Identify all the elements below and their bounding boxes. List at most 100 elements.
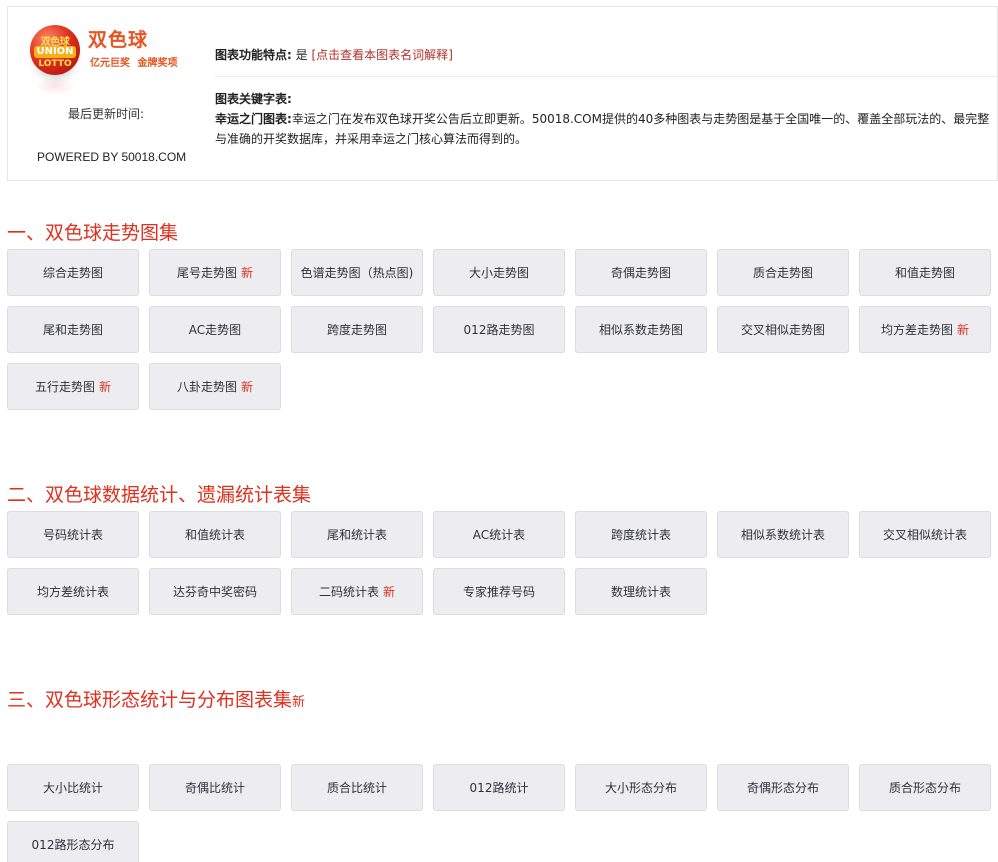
button-label: 均方差走势图 bbox=[880, 323, 953, 337]
button-label: 数理统计表 bbox=[610, 585, 671, 599]
button-label: 012路走势图 bbox=[463, 323, 535, 337]
button-label: 相似系数统计表 bbox=[740, 528, 825, 542]
chart-link-button[interactable]: 专家推荐号码 bbox=[433, 568, 565, 615]
chart-link-button[interactable]: 012路形态分布 bbox=[7, 821, 139, 862]
chart-link-button[interactable]: 均方差统计表 bbox=[7, 568, 139, 615]
logo-text-bot: LOTTO bbox=[38, 59, 72, 69]
new-badge: 新 bbox=[383, 585, 396, 599]
features-label: 图表功能特点: bbox=[215, 48, 292, 62]
button-label: 大小形态分布 bbox=[604, 781, 677, 795]
button-label: 奇偶走势图 bbox=[610, 266, 671, 280]
button-label: 交叉相似统计表 bbox=[882, 528, 967, 542]
button-label: 均方差统计表 bbox=[36, 585, 109, 599]
section-title-shape-stats: 三、双色球形态统计与分布图表集新 bbox=[7, 685, 305, 712]
new-badge: 新 bbox=[99, 380, 112, 394]
button-label: 012路统计 bbox=[469, 781, 529, 795]
header-panel: 双色球 UNION LOTTO 双色球 亿元巨奖 金牌奖项 最后更新时间: PO… bbox=[7, 6, 998, 181]
button-label: 和值统计表 bbox=[184, 528, 245, 542]
last-updated-label: 最后更新时间: bbox=[68, 107, 145, 121]
button-label: 综合走势图 bbox=[42, 266, 103, 280]
new-badge: 新 bbox=[957, 323, 970, 337]
brand-name: 双色球 bbox=[88, 29, 149, 51]
chart-link-button[interactable]: 相似系数统计表 bbox=[717, 511, 849, 558]
chart-link-button[interactable]: 交叉相似走势图 bbox=[717, 306, 849, 353]
keywords-lead: 幸运之门图表: bbox=[215, 112, 292, 126]
logo-reflection bbox=[34, 77, 76, 95]
chart-link-button[interactable]: 尾和走势图 bbox=[7, 306, 139, 353]
chart-link-button[interactable]: 奇偶形态分布 bbox=[717, 764, 849, 811]
chart-link-button[interactable]: 达芬奇中奖密码 bbox=[149, 568, 281, 615]
button-label: 尾号走势图 bbox=[176, 266, 237, 280]
chart-link-button[interactable]: 二码统计表新 bbox=[291, 568, 423, 615]
button-label: 大小走势图 bbox=[468, 266, 529, 280]
button-label: 相似系数走势图 bbox=[598, 323, 683, 337]
chart-link-button[interactable]: 均方差走势图新 bbox=[859, 306, 991, 353]
chart-link-button[interactable]: 质合形态分布 bbox=[859, 764, 991, 811]
button-label: 跨度走势图 bbox=[326, 323, 387, 337]
button-label: 跨度统计表 bbox=[610, 528, 671, 542]
chart-link-button[interactable]: 跨度统计表 bbox=[575, 511, 707, 558]
chart-link-button[interactable]: 012路统计 bbox=[433, 764, 565, 811]
chart-link-button[interactable]: 012路走势图 bbox=[433, 306, 565, 353]
button-label: 色谱走势图（热点图) bbox=[300, 266, 414, 280]
chart-link-button[interactable]: AC走势图 bbox=[149, 306, 281, 353]
button-label: 达芬奇中奖密码 bbox=[172, 585, 257, 599]
button-label: 大小比统计 bbox=[42, 781, 103, 795]
keywords-title: 图表关键字表: bbox=[215, 92, 292, 106]
lottery-ball-logo[interactable]: 双色球 UNION LOTTO bbox=[30, 25, 80, 75]
button-label: 奇偶比统计 bbox=[184, 781, 245, 795]
chart-link-button[interactable]: 尾和统计表 bbox=[291, 511, 423, 558]
chart-link-button[interactable]: 大小形态分布 bbox=[575, 764, 707, 811]
chart-link-button[interactable]: 五行走势图新 bbox=[7, 363, 139, 410]
new-badge: 新 bbox=[241, 380, 254, 394]
link-bracket-close: ] bbox=[448, 48, 453, 62]
chart-link-button[interactable]: 奇偶比统计 bbox=[149, 764, 281, 811]
button-label: 号码统计表 bbox=[42, 528, 103, 542]
chart-link-button[interactable]: 色谱走势图（热点图) bbox=[291, 249, 423, 296]
button-label: 专家推荐号码 bbox=[462, 585, 535, 599]
section-title-text: 三、双色球形态统计与分布图表集 bbox=[7, 689, 293, 711]
section-title-stat-tables: 二、双色球数据统计、遗漏统计表集 bbox=[7, 484, 312, 506]
button-label: 012路形态分布 bbox=[31, 838, 115, 852]
button-label: 交叉相似走势图 bbox=[740, 323, 825, 337]
chart-link-button[interactable]: 奇偶走势图 bbox=[575, 249, 707, 296]
keywords-text: 幸运之门在发布双色球开奖公告后立即更新。50018.COM提供的40多种图表与走… bbox=[215, 112, 990, 146]
chart-link-button[interactable]: 综合走势图 bbox=[7, 249, 139, 296]
chart-link-button[interactable]: 和值统计表 bbox=[149, 511, 281, 558]
chart-link-button[interactable]: 质合走势图 bbox=[717, 249, 849, 296]
chart-link-button[interactable]: 跨度走势图 bbox=[291, 306, 423, 353]
chart-link-button[interactable]: 号码统计表 bbox=[7, 511, 139, 558]
brand-slogan: 亿元巨奖 金牌奖项 bbox=[90, 58, 178, 69]
info-block: 图表功能特点: 是 [点击查看本图表名词解释] 图表关键字表: 幸运之门图表:幸… bbox=[215, 7, 998, 182]
features-value: 是 bbox=[295, 48, 308, 62]
info-divider bbox=[215, 76, 998, 77]
button-label: 尾和统计表 bbox=[326, 528, 387, 542]
powered-by-text: POWERED BY 50018.COM bbox=[37, 150, 187, 164]
new-badge: 新 bbox=[292, 695, 306, 710]
button-label: 和值走势图 bbox=[894, 266, 955, 280]
logo-text-mid: UNION bbox=[34, 46, 76, 58]
chart-link-button[interactable]: 数理统计表 bbox=[575, 568, 707, 615]
chart-link-button[interactable]: 尾号走势图新 bbox=[149, 249, 281, 296]
button-label: AC统计表 bbox=[472, 528, 526, 542]
button-label: 八卦走势图 bbox=[176, 380, 237, 394]
button-label: AC走势图 bbox=[188, 323, 242, 337]
brand-block: 双色球 UNION LOTTO 双色球 亿元巨奖 金牌奖项 最后更新时间: PO… bbox=[8, 7, 208, 182]
button-label: 质合走势图 bbox=[752, 266, 813, 280]
glossary-link[interactable]: 点击查看本图表名词解释 bbox=[316, 48, 448, 62]
chart-link-button[interactable]: 质合比统计 bbox=[291, 764, 423, 811]
chart-link-button[interactable]: 大小走势图 bbox=[433, 249, 565, 296]
chart-link-button[interactable]: 八卦走势图新 bbox=[149, 363, 281, 410]
button-label: 二码统计表 bbox=[318, 585, 379, 599]
button-label: 质合形态分布 bbox=[888, 781, 961, 795]
button-label: 尾和走势图 bbox=[42, 323, 103, 337]
new-badge: 新 bbox=[241, 266, 254, 280]
button-label: 质合比统计 bbox=[326, 781, 387, 795]
chart-link-button[interactable]: 和值走势图 bbox=[859, 249, 991, 296]
chart-link-button[interactable]: 相似系数走势图 bbox=[575, 306, 707, 353]
section-title-trend-charts: 一、双色球走势图集 bbox=[7, 222, 179, 244]
chart-link-button[interactable]: AC统计表 bbox=[433, 511, 565, 558]
chart-link-button[interactable]: 交叉相似统计表 bbox=[859, 511, 991, 558]
chart-link-button[interactable]: 大小比统计 bbox=[7, 764, 139, 811]
button-label: 奇偶形态分布 bbox=[746, 781, 819, 795]
